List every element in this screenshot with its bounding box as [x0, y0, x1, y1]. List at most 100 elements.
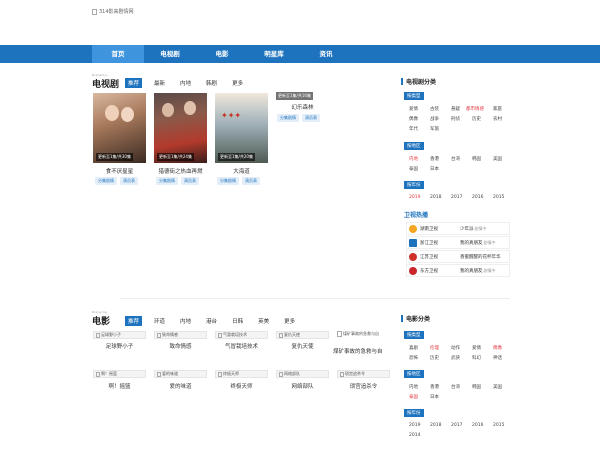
movie-title[interactable]: 煤矿事故的急救与自	[333, 347, 383, 355]
movie-title[interactable]: 网络部队	[276, 382, 329, 390]
movie-region-link[interactable]: 泰国	[409, 394, 418, 400]
tv-region-link[interactable]: 香港	[430, 156, 439, 162]
movie-year-link[interactable]: 2018	[430, 423, 441, 428]
tv-year-link[interactable]: 2016	[472, 195, 483, 200]
show-title[interactable]: 我的真朋友	[460, 240, 483, 246]
movie-thumb[interactable]: 致命情感	[154, 331, 207, 339]
tv-type-link[interactable]: 古装	[430, 106, 439, 112]
tv-tab-latest[interactable]: 最新	[151, 78, 168, 88]
movie-tab-jpkr[interactable]: 日韩	[229, 316, 246, 326]
tv-type-link[interactable]: 刑侦	[451, 116, 460, 122]
movie-type-link[interactable]: 武侠	[451, 355, 460, 361]
movie-title[interactable]: 终极天师	[215, 382, 268, 390]
movie-title[interactable]: 复仇天使	[276, 342, 329, 350]
tv-type-link[interactable]: 农村	[493, 116, 502, 122]
tv-poster-3[interactable]: ✦✦✦ 更新至1集/共20集	[215, 93, 268, 163]
nav-tv[interactable]: 电视剧	[144, 45, 196, 63]
nav-news[interactable]: 资讯	[300, 45, 352, 63]
tv-type-link[interactable]: 都市情感	[466, 106, 484, 112]
movie-type-link[interactable]: 喜剧	[409, 345, 418, 351]
movie-region-link[interactable]: 美国	[493, 384, 502, 390]
movie-thumb[interactable]: 终极天师	[215, 370, 268, 378]
tv-type-link[interactable]: 悬疑	[451, 106, 460, 112]
movie-region-link[interactable]: 韩国	[472, 384, 481, 390]
tv-type-link[interactable]: 历史	[472, 116, 481, 122]
tv-title-4[interactable]: 幻乐森林	[276, 103, 329, 111]
movie-tab-hktw[interactable]: 港台	[203, 316, 220, 326]
satellite-row[interactable]: 浙江卫视 我的真朋友 剧情中	[406, 236, 510, 249]
tv-type-link[interactable]: 军旅	[430, 126, 439, 132]
movie-thumb[interactable]: 足球野小子	[93, 331, 146, 339]
tv-year-link[interactable]: 2018	[430, 195, 441, 200]
movie-tab-mainland[interactable]: 内地	[177, 316, 194, 326]
tv-title-1[interactable]: 食不厌星星	[93, 167, 146, 175]
tv-type-link[interactable]: 家庭	[493, 106, 502, 112]
tv-region-link[interactable]: 泰国	[409, 166, 418, 172]
tv-poster-2[interactable]: 更新至1集/共24集	[154, 93, 207, 163]
movie-region-link[interactable]: 香港	[430, 384, 439, 390]
tv-tab-recommend[interactable]: 推荐	[125, 78, 143, 88]
movie-title[interactable]: 爱的味道	[154, 382, 207, 390]
movie-tab-more[interactable]: 更多	[281, 316, 298, 326]
movie-year-link[interactable]: 2015	[493, 423, 504, 428]
tv-year-link[interactable]: 2017	[451, 195, 462, 200]
tv-type-link[interactable]: 偶像	[409, 116, 418, 122]
tv-type-link[interactable]: 战争	[430, 116, 439, 122]
tv-year-link[interactable]: 2019	[409, 195, 420, 200]
tv-type-link[interactable]: 爱情	[409, 106, 418, 112]
tv-region-link[interactable]: 日本	[430, 166, 439, 172]
movie-title[interactable]: 气冒栽培技术	[215, 342, 268, 350]
tv-region-link[interactable]: 韩国	[472, 156, 481, 162]
tv-region-link[interactable]: 美国	[493, 156, 502, 162]
movie-type-link[interactable]: 偶像	[493, 345, 502, 351]
tv-tab-more[interactable]: 更多	[229, 78, 246, 88]
episode-guide-link[interactable]: 分集剧情	[277, 114, 299, 122]
cast-link[interactable]: 演员表	[242, 177, 260, 185]
movie-year-link[interactable]: 2017	[451, 423, 462, 428]
nav-movie[interactable]: 电影	[196, 45, 248, 63]
movie-title[interactable]: 致命情感	[154, 342, 207, 350]
tv-poster-1[interactable]: 更新至1集/共30集	[93, 93, 146, 163]
tv-tab-korean[interactable]: 韩剧	[203, 78, 220, 88]
show-title[interactable]: 香蜜醒醒的花杯年华	[460, 254, 501, 260]
movie-thumb-large[interactable]: 煤矿事故的急救与自	[337, 331, 379, 337]
movie-tab-usuk[interactable]: 英美	[255, 316, 272, 326]
movie-tab-recommend[interactable]: 推荐	[125, 316, 143, 326]
movie-region-link[interactable]: 台湾	[451, 384, 460, 390]
movie-tab-genre[interactable]: 环道	[151, 316, 168, 326]
movie-title[interactable]: 足球野小子	[93, 342, 146, 350]
cast-link[interactable]: 演员表	[181, 177, 199, 185]
movie-year-link[interactable]: 2014	[409, 433, 420, 438]
tv-tab-mainland[interactable]: 内地	[177, 78, 194, 88]
episode-guide-link[interactable]: 分集剧情	[95, 177, 117, 185]
movie-thumb[interactable]: 琐宫追杀令	[337, 370, 390, 378]
site-logo[interactable]: 314影来剧情网	[92, 8, 134, 15]
cast-link[interactable]: 演员表	[302, 114, 320, 122]
movie-year-link[interactable]: 2016	[472, 423, 483, 428]
movie-thumb[interactable]: 啊！摇篮	[93, 370, 146, 378]
satellite-row[interactable]: 江苏卫视 香蜜醒醒的花杯年华	[406, 250, 510, 263]
tv-region-link[interactable]: 内地	[409, 156, 418, 162]
movie-type-link[interactable]: 历史	[430, 355, 439, 361]
movie-type-link[interactable]: 伦理	[430, 345, 439, 351]
tv-type-link[interactable]: 年代	[409, 126, 418, 132]
episode-guide-link[interactable]: 分集剧情	[156, 177, 178, 185]
show-title[interactable]: 我的真朋友	[460, 268, 483, 274]
movie-type-link[interactable]: 爱情	[472, 345, 481, 351]
nav-stars[interactable]: 明星库	[248, 45, 300, 63]
satellite-row[interactable]: 湖南卫视 少年派 剧情中	[406, 222, 510, 235]
satellite-row[interactable]: 东方卫视 我的真朋友 剧情中	[406, 264, 510, 277]
episode-guide-link[interactable]: 分集剧情	[217, 177, 239, 185]
tv-title-2[interactable]: 猎德街之热血再燃	[154, 167, 207, 175]
movie-thumb[interactable]: 爱的味道	[154, 370, 207, 378]
movie-region-link[interactable]: 内地	[409, 384, 418, 390]
movie-year-link[interactable]: 2019	[409, 423, 420, 428]
movie-thumb[interactable]: 网络部队	[276, 370, 329, 378]
movie-region-link[interactable]: 日本	[430, 394, 439, 400]
movie-title[interactable]: 琐宫追杀令	[337, 382, 390, 390]
movie-type-link[interactable]: 科幻	[472, 355, 481, 361]
movie-title[interactable]: 啊！摇篮	[93, 382, 146, 390]
movie-type-link[interactable]: 恐怖	[409, 355, 418, 361]
tv-year-link[interactable]: 2015	[493, 195, 504, 200]
cast-link[interactable]: 演员表	[120, 177, 138, 185]
